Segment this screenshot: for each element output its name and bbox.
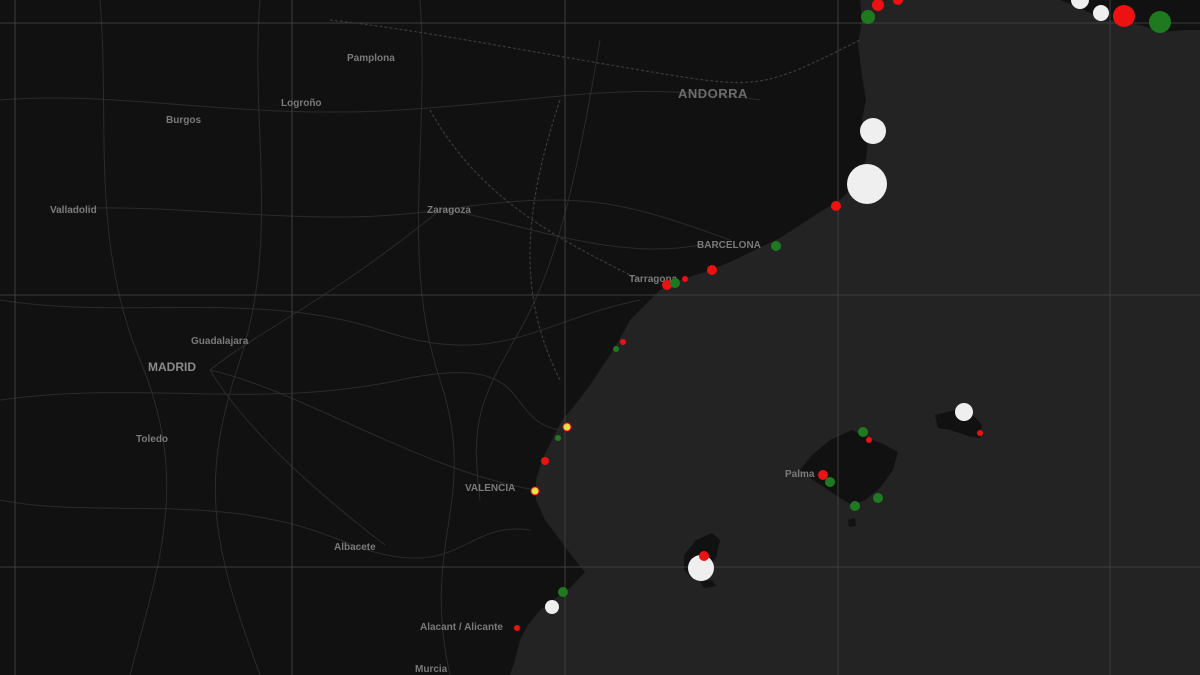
marker-sagunto[interactable]: [555, 435, 561, 441]
marker-port-vendres[interactable]: [861, 10, 875, 24]
label-valladolid: Valladolid: [50, 205, 97, 216]
marker-denia[interactable]: [558, 587, 568, 597]
map-canvas[interactable]: ANDORRA BARCELONA MADRID VALENCIA Pamplo…: [0, 0, 1200, 675]
label-murcia: Murcia: [415, 664, 448, 675]
label-palma: Palma: [785, 469, 815, 480]
label-toledo: Toledo: [136, 434, 168, 445]
marker-menorca[interactable]: [955, 403, 973, 421]
label-madrid: MADRID: [148, 360, 196, 374]
label-zaragoza: Zaragoza: [427, 205, 471, 216]
marker-blanes[interactable]: [847, 164, 887, 204]
marker-ebro-2[interactable]: [613, 346, 619, 352]
marker-tarragona-3[interactable]: [682, 276, 688, 282]
marker-palma-green[interactable]: [825, 477, 835, 487]
label-logrono: Logroño: [281, 98, 322, 109]
label-valencia: VALENCIA: [465, 483, 515, 494]
marker-tarragona-2[interactable]: [670, 278, 680, 288]
marker-maresme[interactable]: [831, 201, 841, 211]
marker-castellon[interactable]: [562, 422, 572, 432]
label-burgos: Burgos: [166, 115, 201, 126]
marker-alicante[interactable]: [514, 625, 520, 631]
marker-garraf[interactable]: [707, 265, 717, 275]
marker-ibiza-red[interactable]: [699, 551, 709, 561]
marker-menorca-red[interactable]: [977, 430, 983, 436]
marker-coast-ne-3[interactable]: [1149, 11, 1171, 33]
marker-ebro-1[interactable]: [620, 339, 626, 345]
label-alicante: Alacant / Alicante: [420, 622, 503, 633]
marker-coast-ne-2[interactable]: [1113, 5, 1135, 27]
label-barcelona: BARCELONA: [697, 240, 761, 251]
map[interactable]: ANDORRA BARCELONA MADRID VALENCIA Pamplo…: [0, 0, 1200, 675]
label-albacete: Albacete: [334, 542, 376, 553]
marker-palamos[interactable]: [860, 118, 886, 144]
marker-barcelona[interactable]: [771, 241, 781, 251]
marker-valencia[interactable]: [530, 486, 540, 496]
label-guadalajara: Guadalajara: [191, 336, 249, 347]
marker-coast-ne-4[interactable]: [1093, 5, 1109, 21]
marker-mallorca-south-1[interactable]: [873, 493, 883, 503]
label-andorra: ANDORRA: [678, 86, 748, 101]
marker-mallorca-south-2[interactable]: [850, 501, 860, 511]
marker-javea[interactable]: [545, 600, 559, 614]
label-pamplona: Pamplona: [347, 53, 395, 64]
marker-valencia-north[interactable]: [541, 457, 549, 465]
marker-mallorca-north-red[interactable]: [866, 437, 872, 443]
marker-mallorca-north[interactable]: [858, 427, 868, 437]
